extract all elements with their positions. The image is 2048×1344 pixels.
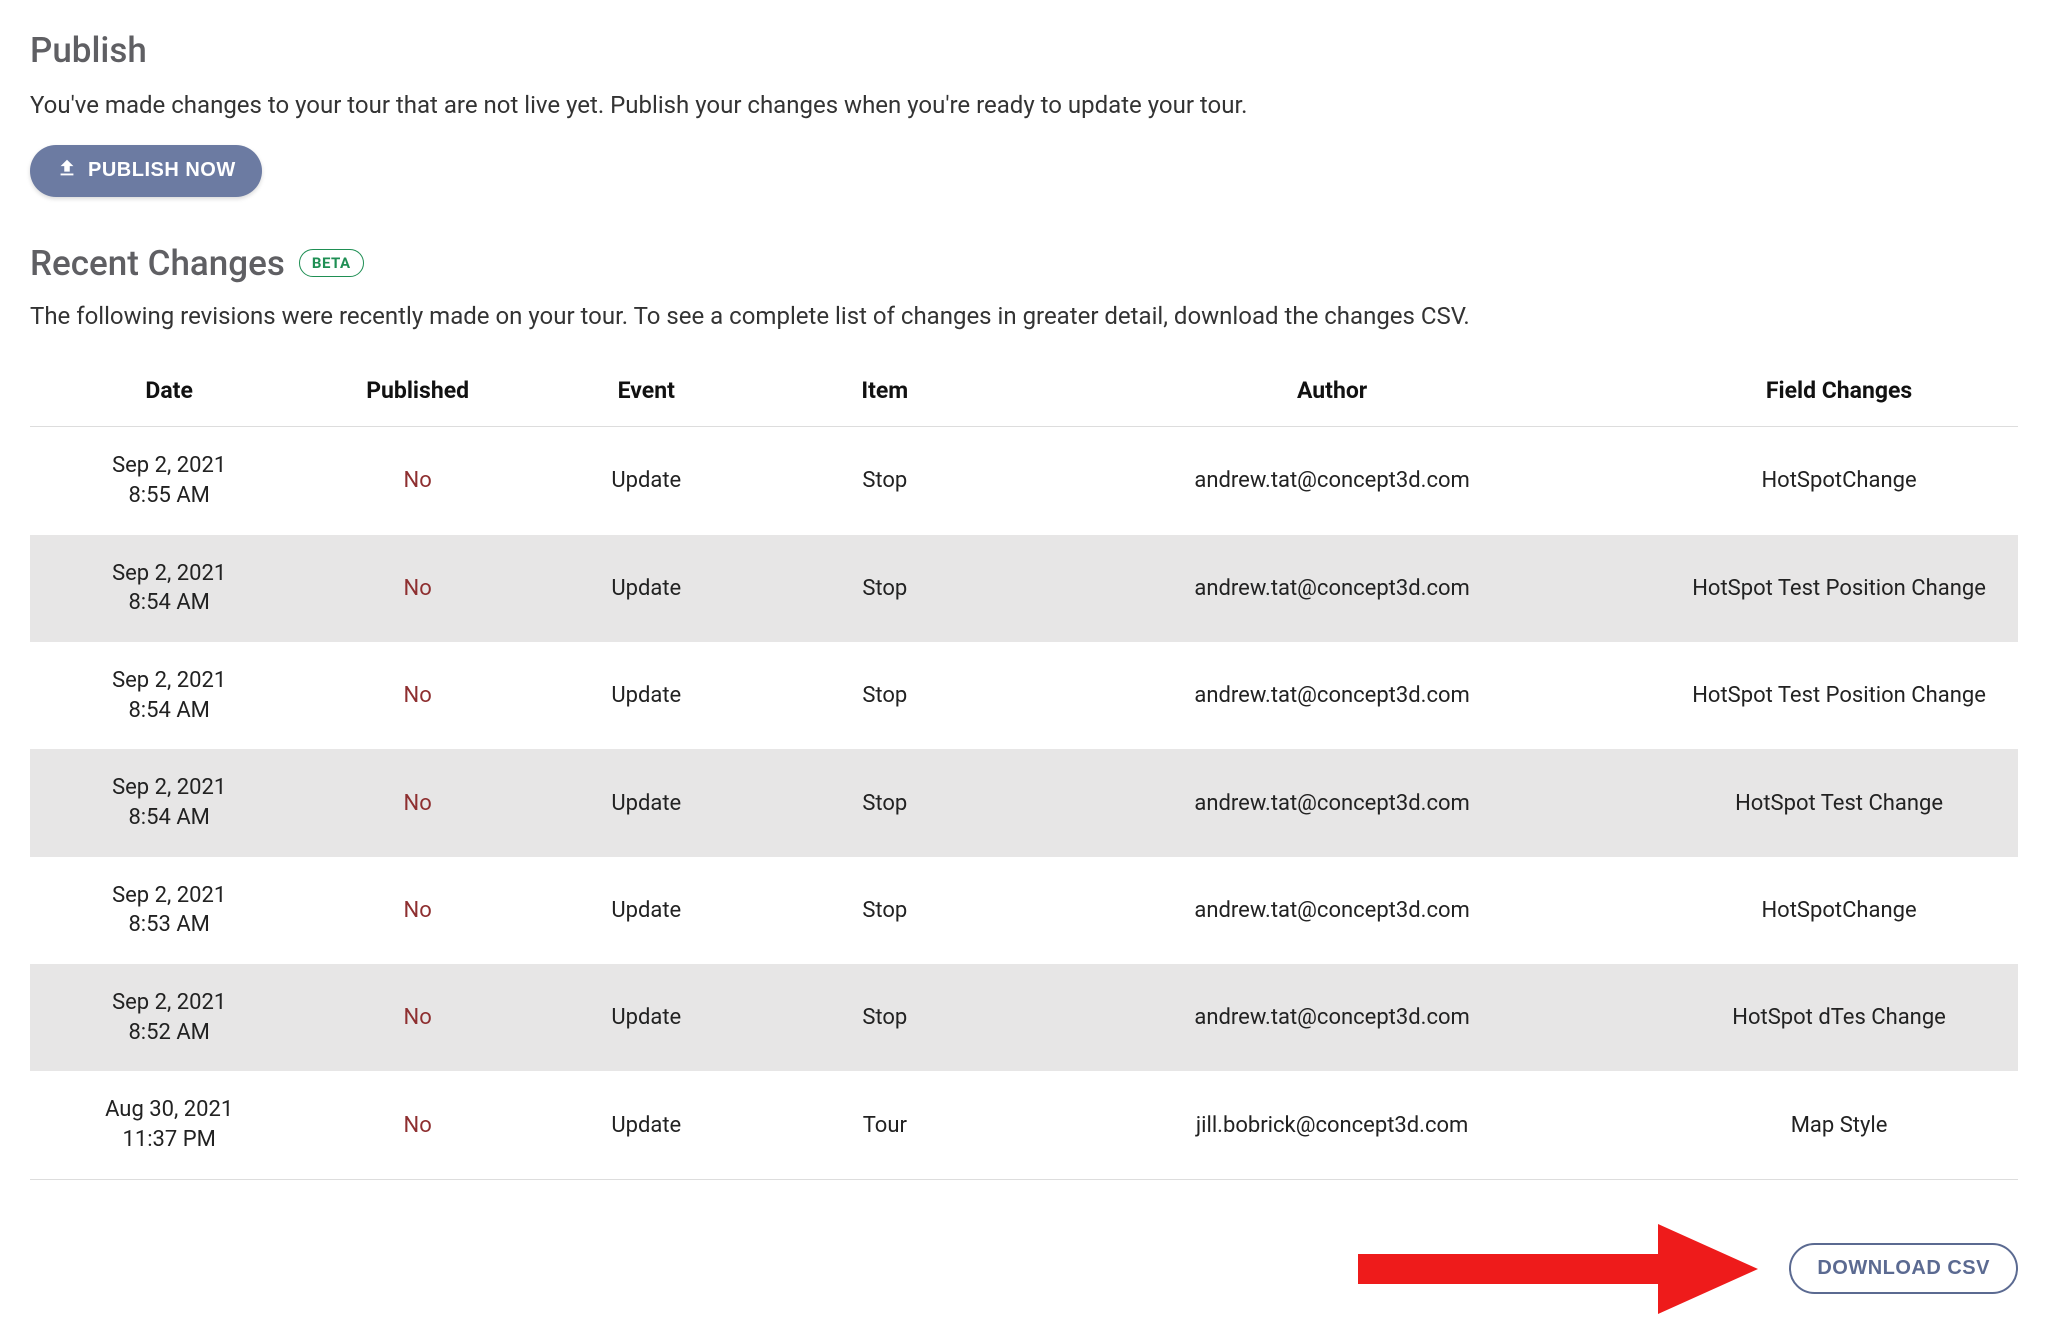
cell-item: Stop — [766, 964, 1005, 1071]
col-item-header: Item — [766, 355, 1005, 427]
cell-event: Update — [527, 857, 766, 964]
cell-field-changes: HotSpot Test Position Change — [1660, 535, 2018, 642]
cell-published: No — [308, 642, 527, 749]
cell-author: jill.bobrick@concept3d.com — [1004, 1071, 1660, 1179]
cell-published: No — [308, 749, 527, 856]
cell-published: No — [308, 427, 527, 535]
publish-description: You've made changes to your tour that ar… — [30, 89, 2018, 123]
cell-event: Update — [527, 964, 766, 1071]
publish-now-button[interactable]: PUBLISH NOW — [30, 145, 262, 197]
cell-author: andrew.tat@concept3d.com — [1004, 427, 1660, 535]
cell-item: Stop — [766, 749, 1005, 856]
cell-time-value: 8:54 AM — [40, 588, 298, 618]
recent-changes-section: Recent Changes BETA The following revisi… — [30, 243, 2018, 1314]
beta-badge: BETA — [299, 249, 364, 277]
cell-time-value: 11:37 PM — [40, 1125, 298, 1155]
col-event-header: Event — [527, 355, 766, 427]
cell-item: Stop — [766, 857, 1005, 964]
cell-date: Aug 30, 202111:37 PM — [30, 1071, 308, 1179]
recent-changes-title: Recent Changes — [30, 243, 285, 284]
cell-field-changes: HotSpotChange — [1660, 857, 2018, 964]
cell-event: Update — [527, 642, 766, 749]
cell-date-value: Aug 30, 2021 — [40, 1095, 298, 1125]
cell-item: Stop — [766, 642, 1005, 749]
cell-date: Sep 2, 20218:55 AM — [30, 427, 308, 535]
col-published-header: Published — [308, 355, 527, 427]
cell-date-value: Sep 2, 2021 — [40, 773, 298, 803]
table-row: Sep 2, 20218:55 AMNoUpdateStopandrew.tat… — [30, 427, 2018, 535]
table-row: Sep 2, 20218:54 AMNoUpdateStopandrew.tat… — [30, 642, 2018, 749]
cell-date-value: Sep 2, 2021 — [40, 666, 298, 696]
cell-published: No — [308, 535, 527, 642]
table-row: Aug 30, 202111:37 PMNoUpdateTourjill.bob… — [30, 1071, 2018, 1179]
col-field-changes-header: Field Changes — [1660, 355, 2018, 427]
cell-date-value: Sep 2, 2021 — [40, 881, 298, 911]
annotation-arrow-icon — [1358, 1214, 1758, 1324]
recent-changes-description: The following revisions were recently ma… — [30, 300, 2018, 334]
download-csv-button[interactable]: DOWNLOAD CSV — [1789, 1243, 2018, 1294]
table-row: Sep 2, 20218:53 AMNoUpdateStopandrew.tat… — [30, 857, 2018, 964]
cell-date: Sep 2, 20218:54 AM — [30, 535, 308, 642]
cell-event: Update — [527, 535, 766, 642]
publish-section: Publish You've made changes to your tour… — [30, 30, 2018, 243]
cell-date: Sep 2, 20218:53 AM — [30, 857, 308, 964]
cell-item: Tour — [766, 1071, 1005, 1179]
cell-item: Stop — [766, 427, 1005, 535]
cell-field-changes: HotSpotChange — [1660, 427, 2018, 535]
cell-author: andrew.tat@concept3d.com — [1004, 964, 1660, 1071]
upload-icon — [56, 157, 78, 185]
cell-time-value: 8:54 AM — [40, 696, 298, 726]
cell-date: Sep 2, 20218:54 AM — [30, 749, 308, 856]
cell-event: Update — [527, 427, 766, 535]
table-row: Sep 2, 20218:54 AMNoUpdateStopandrew.tat… — [30, 535, 2018, 642]
cell-field-changes: HotSpot dTes Change — [1660, 964, 2018, 1071]
cell-time-value: 8:55 AM — [40, 481, 298, 511]
col-author-header: Author — [1004, 355, 1660, 427]
cell-time-value: 8:54 AM — [40, 803, 298, 833]
cell-field-changes: HotSpot Test Change — [1660, 749, 2018, 856]
table-row: Sep 2, 20218:52 AMNoUpdateStopandrew.tat… — [30, 964, 2018, 1071]
cell-time-value: 8:52 AM — [40, 1018, 298, 1048]
cell-event: Update — [527, 1071, 766, 1179]
cell-field-changes: HotSpot Test Position Change — [1660, 642, 2018, 749]
cell-author: andrew.tat@concept3d.com — [1004, 535, 1660, 642]
table-footer: DOWNLOAD CSV — [30, 1224, 2018, 1314]
publish-title: Publish — [30, 30, 2018, 71]
cell-date: Sep 2, 20218:52 AM — [30, 964, 308, 1071]
changes-table: Date Published Event Item Author Field C… — [30, 355, 2018, 1180]
cell-time-value: 8:53 AM — [40, 910, 298, 940]
col-date-header: Date — [30, 355, 308, 427]
cell-published: No — [308, 857, 527, 964]
cell-date-value: Sep 2, 2021 — [40, 988, 298, 1018]
cell-author: andrew.tat@concept3d.com — [1004, 857, 1660, 964]
cell-field-changes: Map Style — [1660, 1071, 2018, 1179]
cell-event: Update — [527, 749, 766, 856]
cell-date-value: Sep 2, 2021 — [40, 451, 298, 481]
cell-author: andrew.tat@concept3d.com — [1004, 642, 1660, 749]
table-header-row: Date Published Event Item Author Field C… — [30, 355, 2018, 427]
cell-date: Sep 2, 20218:54 AM — [30, 642, 308, 749]
cell-published: No — [308, 1071, 527, 1179]
table-row: Sep 2, 20218:54 AMNoUpdateStopandrew.tat… — [30, 749, 2018, 856]
publish-now-label: PUBLISH NOW — [88, 159, 236, 182]
cell-published: No — [308, 964, 527, 1071]
cell-author: andrew.tat@concept3d.com — [1004, 749, 1660, 856]
cell-item: Stop — [766, 535, 1005, 642]
recent-changes-header: Recent Changes BETA — [30, 243, 2018, 284]
cell-date-value: Sep 2, 2021 — [40, 559, 298, 589]
